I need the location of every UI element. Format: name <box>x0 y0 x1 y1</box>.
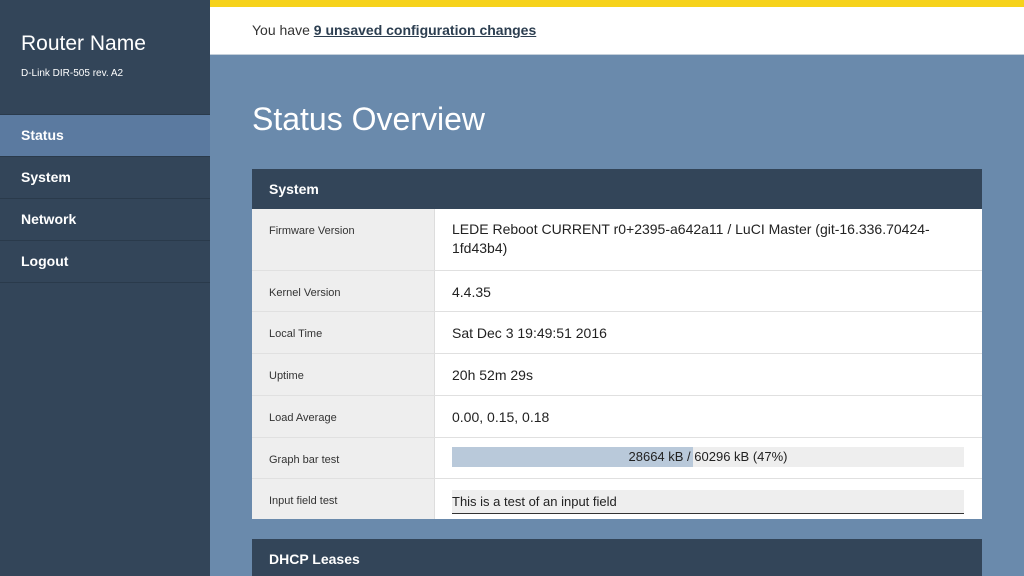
unsaved-notice-prefix: You have <box>252 22 314 38</box>
table-row: Kernel Version 4.4.35 <box>252 271 982 312</box>
dhcp-leases-title: DHCP Leases <box>252 539 982 576</box>
memory-progress-bar: 28664 kB / 60296 kB (47%) <box>452 447 964 467</box>
local-time-label: Local Time <box>252 312 435 353</box>
unsaved-changes-link[interactable]: 9 unsaved configuration changes <box>314 22 537 38</box>
router-model: D-Link DIR-505 rev. A2 <box>21 68 124 79</box>
kernel-version-label: Kernel Version <box>252 271 435 311</box>
dhcp-leases-panel: DHCP Leases <box>252 539 982 576</box>
kernel-version-value: 4.4.35 <box>452 284 491 300</box>
input-field-label: Input field test <box>252 479 435 519</box>
table-row: Graph bar test 28664 kB / 60296 kB (47%) <box>252 438 982 479</box>
router-name: Router Name <box>21 32 146 55</box>
nav-item-network[interactable]: Network <box>0 199 210 241</box>
firmware-version-value: LEDE Reboot CURRENT r0+2395-a642a11 / Lu… <box>452 221 930 256</box>
test-input-field[interactable] <box>452 490 964 514</box>
table-row: Local Time Sat Dec 3 19:49:51 2016 <box>252 312 982 354</box>
nav-item-status[interactable]: Status <box>0 115 210 157</box>
load-average-label: Load Average <box>252 396 435 437</box>
table-row: Uptime 20h 52m 29s <box>252 354 982 396</box>
table-row: Firmware Version LEDE Reboot CURRENT r0+… <box>252 209 982 271</box>
uptime-value: 20h 52m 29s <box>452 367 533 383</box>
sidebar: Router Name D-Link DIR-505 rev. A2 Statu… <box>0 0 210 576</box>
memory-progress-text: 28664 kB / 60296 kB (47%) <box>628 449 788 464</box>
graph-bar-label: Graph bar test <box>252 438 435 478</box>
local-time-value: Sat Dec 3 19:49:51 2016 <box>452 325 607 341</box>
unsaved-notice: You have 9 unsaved configuration changes <box>252 22 536 38</box>
table-row: Input field test <box>252 479 982 519</box>
system-panel-title: System <box>252 169 982 209</box>
unsaved-changes-bar: You have 9 unsaved configuration changes <box>210 0 1024 55</box>
page-title: Status Overview <box>252 101 485 137</box>
uptime-label: Uptime <box>252 354 435 395</box>
input-field-cell <box>435 479 982 519</box>
nav-item-logout[interactable]: Logout <box>0 241 210 283</box>
brand: Router Name D-Link DIR-505 rev. A2 <box>0 0 210 114</box>
load-average-value: 0.00, 0.15, 0.18 <box>452 409 550 425</box>
main-nav: Status System Network Logout <box>0 114 210 283</box>
graph-bar-cell: 28664 kB / 60296 kB (47%) <box>435 438 982 478</box>
nav-item-system[interactable]: System <box>0 157 210 199</box>
firmware-version-label: Firmware Version <box>252 209 435 270</box>
system-panel: System Firmware Version LEDE Reboot CURR… <box>252 169 982 519</box>
table-row: Load Average 0.00, 0.15, 0.18 <box>252 396 982 438</box>
